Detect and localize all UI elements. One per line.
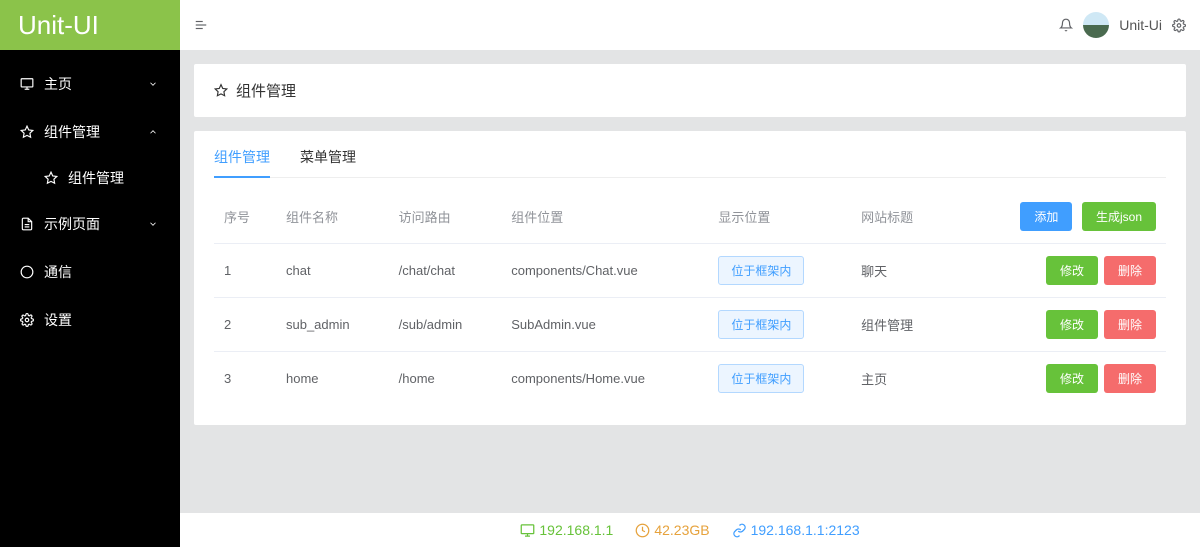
chevron-down-icon [146,77,160,91]
delete-button[interactable]: 删除 [1104,310,1156,339]
col-pos: 显示位置 [708,190,851,244]
cell-route: /chat/chat [389,244,502,298]
edit-button[interactable]: 修改 [1046,310,1098,339]
document-icon [20,217,34,231]
chevron-down-icon [146,217,160,231]
chat-icon [20,265,34,279]
cell-loc: components/Chat.vue [501,244,708,298]
sidebar-subitem-components[interactable]: 组件管理 [0,156,180,200]
edit-button[interactable]: 修改 [1046,364,1098,393]
settings-gear-icon[interactable] [1172,18,1186,32]
sidebar-item-label: 示例页面 [44,214,100,234]
tab-menus[interactable]: 菜单管理 [300,137,356,177]
cell-pos: 位于框架内 [708,244,851,298]
sidebar-item-label: 主页 [44,74,72,94]
add-button[interactable]: 添加 [1020,202,1072,231]
header: Unit-Ui [180,0,1200,50]
table-row: 3home/homecomponents/Home.vue位于框架内主页修改删除 [214,352,1166,406]
bell-icon[interactable] [1059,18,1073,32]
col-loc: 组件位置 [501,190,708,244]
menu-toggle-icon[interactable] [194,18,208,32]
cell-idx: 2 [214,298,276,352]
col-title: 网站标题 [851,190,948,244]
sidebar-menu: 主页 组件管理 [0,50,180,547]
cell-actions: 修改删除 [948,298,1166,352]
star-icon [44,171,58,185]
col-idx: 序号 [214,190,276,244]
footer: 192.168.1.1 42.23GB 192.168.1.1:2123 [180,513,1200,547]
edit-button[interactable]: 修改 [1046,256,1098,285]
page-title: 组件管理 [236,80,296,101]
cell-name: chat [276,244,389,298]
sidebar-item-home[interactable]: 主页 [0,60,180,108]
table-card: 组件管理 菜单管理 序号 组件名称 访问路由 组件位置 显示位置 网站标题 [194,131,1186,425]
tab-components[interactable]: 组件管理 [214,137,270,177]
cell-loc: components/Home.vue [501,352,708,406]
cell-pos: 位于框架内 [708,352,851,406]
sidebar-item-label: 设置 [44,310,72,330]
cell-loc: SubAdmin.vue [501,298,708,352]
cell-route: /sub/admin [389,298,502,352]
footer-addr: 192.168.1.1:2123 [732,522,860,538]
username: Unit-Ui [1119,17,1162,33]
cell-title: 主页 [851,352,948,406]
monitor-icon [20,77,34,91]
delete-button[interactable]: 删除 [1104,256,1156,285]
col-name: 组件名称 [276,190,389,244]
cell-idx: 3 [214,352,276,406]
col-route: 访问路由 [389,190,502,244]
cell-title: 组件管理 [851,298,948,352]
sidebar-item-settings[interactable]: 设置 [0,296,180,344]
cell-name: sub_admin [276,298,389,352]
delete-button[interactable]: 删除 [1104,364,1156,393]
pos-tag[interactable]: 位于框架内 [718,256,804,285]
chevron-up-icon [146,125,160,139]
cell-pos: 位于框架内 [708,298,851,352]
sidebar-item-components[interactable]: 组件管理 [0,108,180,156]
title-card: 组件管理 [194,64,1186,117]
col-actions: 添加 生成json [948,190,1166,244]
cell-actions: 修改删除 [948,352,1166,406]
cell-name: home [276,352,389,406]
table-row: 2sub_admin/sub/adminSubAdmin.vue 位于框架内 组件管… [214,298,1166,352]
sidebar-item-example[interactable]: 示例页面 [0,200,180,248]
footer-storage: 42.23GB [635,522,709,538]
components-table: 序号 组件名称 访问路由 组件位置 显示位置 网站标题 添加 生成json [214,190,1166,405]
sidebar-subitem-label: 组件管理 [68,168,124,188]
gear-icon [20,313,34,327]
cell-route: /home [389,352,502,406]
cell-idx: 1 [214,244,276,298]
cell-actions: 修改删除 [948,244,1166,298]
pos-tag[interactable]: 位于框架内 [718,364,804,393]
tabs: 组件管理 菜单管理 [214,131,1166,178]
gen-json-button[interactable]: 生成json [1082,202,1156,231]
pos-tag[interactable]: 位于框架内 [718,310,804,339]
sidebar-item-comm[interactable]: 通信 [0,248,180,296]
star-icon [20,125,34,139]
table-row: 1chat/chat/chatcomponents/Chat.vue 位于框架内 聊… [214,244,1166,298]
footer-ip: 192.168.1.1 [520,522,613,538]
sidebar-item-label: 通信 [44,262,72,282]
avatar[interactable] [1083,12,1109,38]
brand-logo: Unit-UI [0,0,180,50]
cell-title: 聊天 [851,244,948,298]
star-icon [214,84,228,98]
sidebar: Unit-UI 主页 组件管理 [0,0,180,547]
sidebar-item-label: 组件管理 [44,122,100,142]
